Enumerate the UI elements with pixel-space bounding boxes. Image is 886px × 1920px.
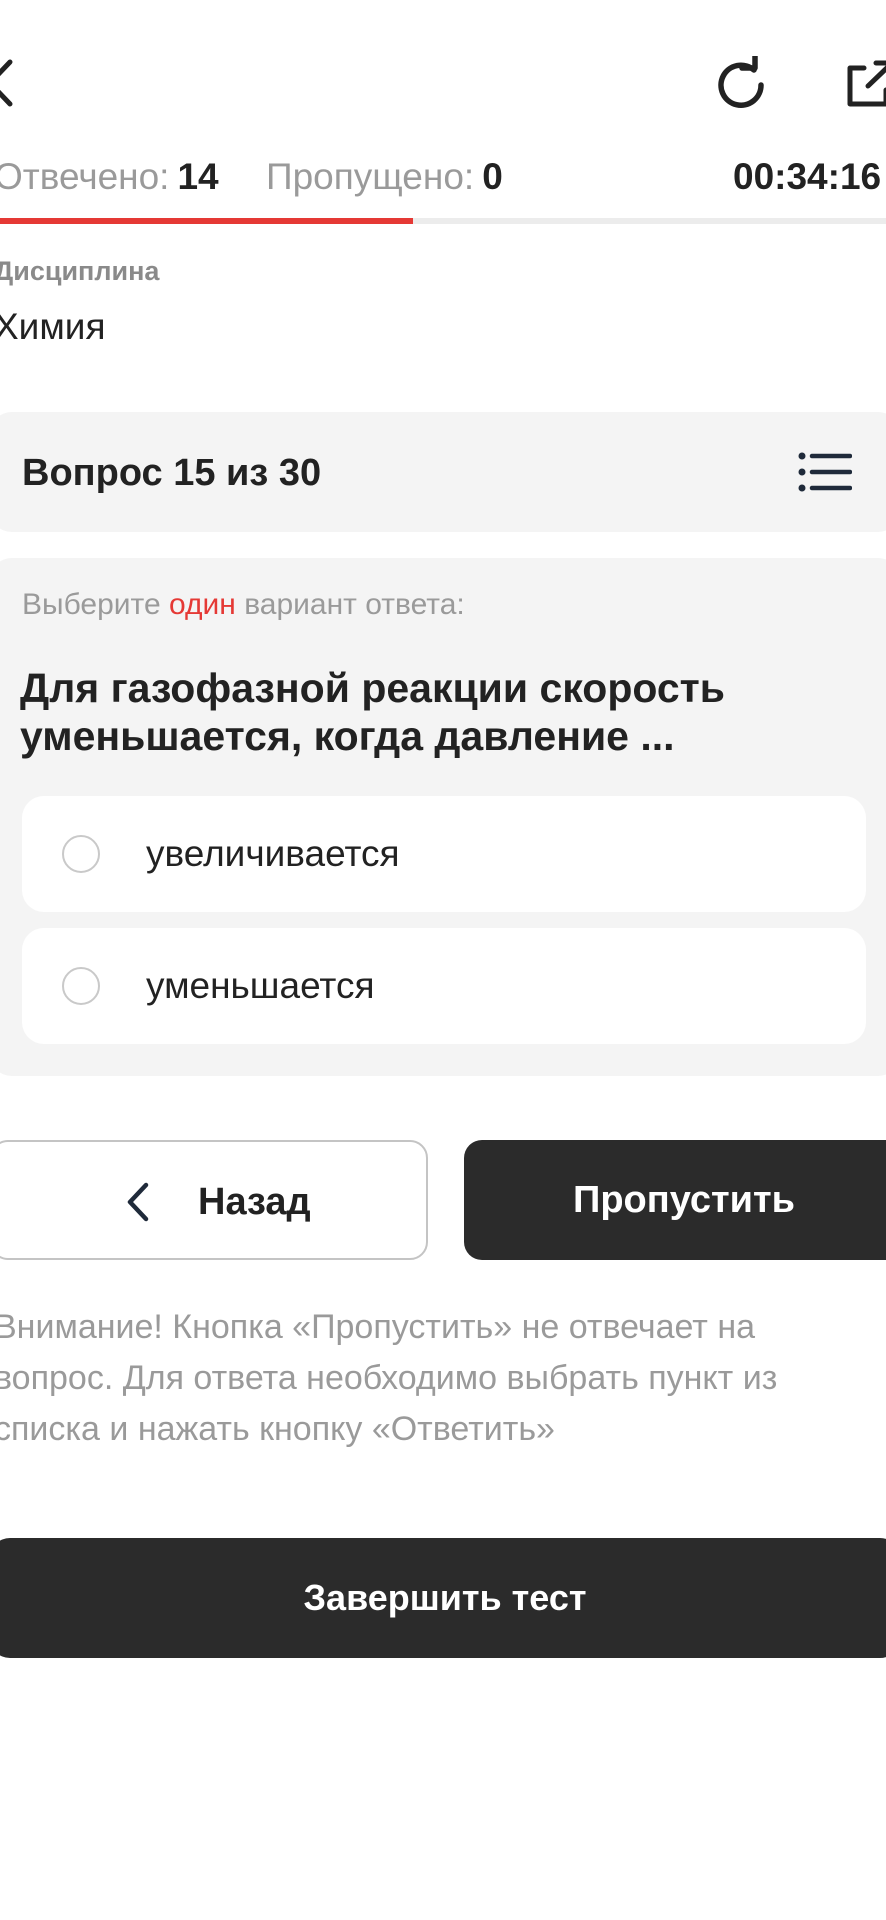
list-icon[interactable] <box>798 450 852 494</box>
question-number: Вопрос 15 из 30 <box>22 452 322 494</box>
hint-suffix: вариант ответа: <box>244 588 465 621</box>
answer-option[interactable]: увеличивается <box>22 796 866 912</box>
skipped-label: Пропущено: <box>266 156 475 197</box>
back-button[interactable]: Назад <box>0 1140 428 1260</box>
answer-option[interactable]: уменьшается <box>22 928 866 1044</box>
answer-option-label: увеличивается <box>146 833 400 874</box>
finish-test-button[interactable]: Завершить тест <box>0 1538 886 1658</box>
question-text: Для газофазной реакции скорость уменьшае… <box>20 665 725 759</box>
external-link-icon[interactable] <box>844 60 886 110</box>
question-header: Вопрос 15 из 30 <box>0 412 886 532</box>
question-card: Выберите один вариант ответа: Для газофа… <box>0 558 886 1076</box>
discipline-label: Дисциплина <box>0 256 160 286</box>
skipped-stat: Пропущено: 0 <box>266 156 503 198</box>
chevron-left-icon <box>127 1182 149 1222</box>
skip-button[interactable]: Пропустить <box>464 1140 886 1260</box>
radio-button[interactable] <box>62 967 100 1005</box>
radio-button[interactable] <box>62 835 100 873</box>
question-hint: Выберите один вариант ответа: <box>22 588 465 622</box>
timer: 00:34:16 <box>733 156 882 197</box>
answered-label: Отвечено: <box>0 156 170 197</box>
reload-icon[interactable] <box>712 56 770 114</box>
skipped-count: 0 <box>482 156 503 197</box>
back-button-label: Назад <box>198 1181 311 1223</box>
test-page: Отвечено: 14 Пропущено: 0 00:34:16 Дисципл… <box>0 0 886 1920</box>
hint-accent: один <box>168 588 236 621</box>
chevron-left-icon[interactable] <box>0 58 14 108</box>
answered-count: 14 <box>177 156 219 197</box>
progress-fill <box>0 218 414 224</box>
discipline-value: Химия <box>0 306 106 347</box>
answered-stat: Отвечено: 14 <box>0 156 219 198</box>
hint-prefix: Выберите <box>22 588 161 621</box>
answer-option-label: уменьшается <box>146 965 375 1006</box>
skip-notice: Внимание! Кнопка «Пропустить» не отвечае… <box>0 1308 778 1448</box>
progress-bar <box>0 218 886 224</box>
